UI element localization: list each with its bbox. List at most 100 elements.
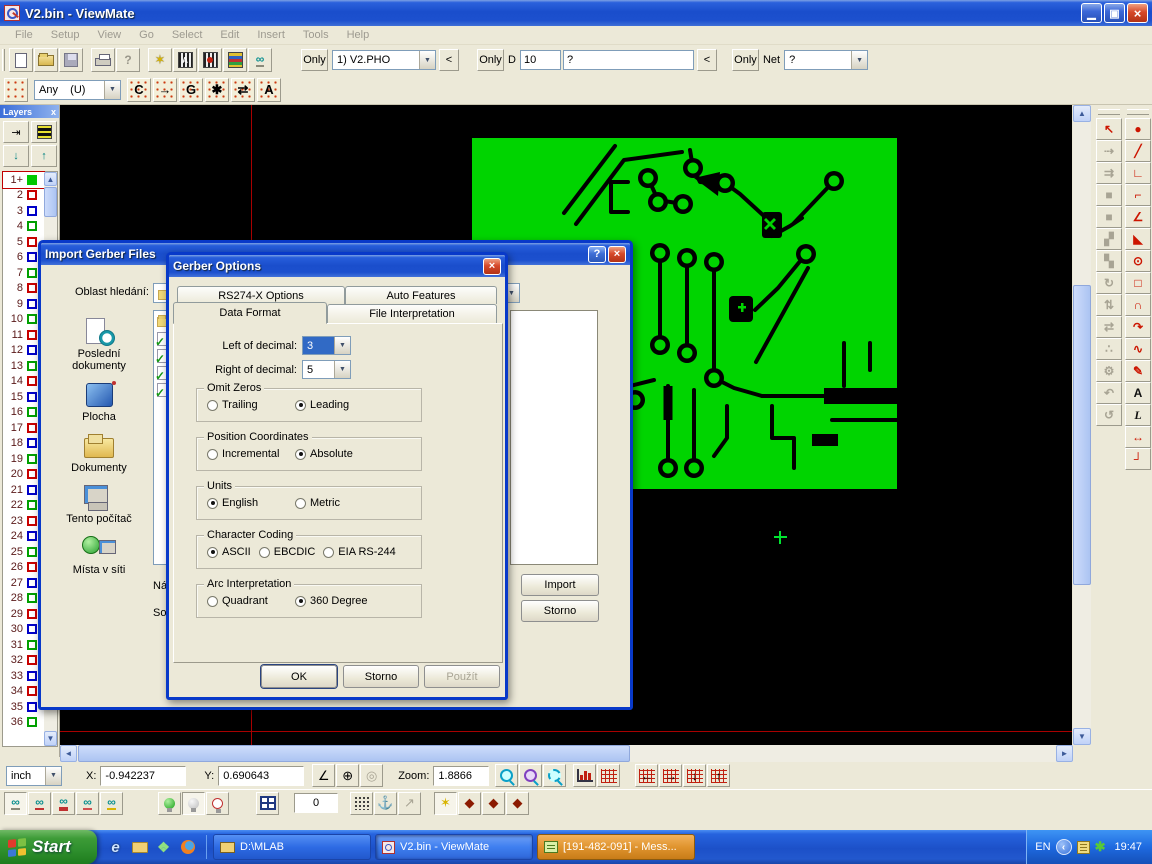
- mirror-button[interactable]: ▞: [1096, 228, 1122, 250]
- transform-button[interactable]: ↗: [398, 792, 421, 815]
- layer-color-swatch[interactable]: [27, 547, 37, 557]
- radio-ascii[interactable]: ASCII: [207, 546, 251, 558]
- draw-bezier-button[interactable]: ∿: [1125, 338, 1151, 360]
- place-documents[interactable]: Dokumenty: [51, 432, 147, 474]
- selection-filter-combo[interactable]: Any (U)▼: [34, 80, 121, 100]
- close-button[interactable]: ×: [1127, 3, 1148, 23]
- view-pads-button[interactable]: ∞: [52, 792, 75, 815]
- dimension-tool-button[interactable]: ↔: [1125, 426, 1151, 448]
- layer-color-swatch[interactable]: [27, 237, 37, 247]
- view-traces-button[interactable]: ∞: [76, 792, 99, 815]
- only-net-button[interactable]: Only: [732, 49, 759, 71]
- radio-eia-rs-244[interactable]: EIA RS-244: [323, 546, 395, 558]
- layer-color-swatch[interactable]: [27, 454, 37, 464]
- scroll-up-button[interactable]: ▲: [1073, 105, 1091, 122]
- menu-select[interactable]: Select: [163, 27, 212, 43]
- crosshair-origin-button[interactable]: ⊕: [336, 764, 359, 787]
- move-element-button[interactable]: ⇢: [1096, 140, 1122, 162]
- zoom-in-button[interactable]: [495, 764, 518, 787]
- zoom-window-button[interactable]: [543, 764, 566, 787]
- highlight-on-button[interactable]: [158, 792, 181, 815]
- open-file-button[interactable]: [34, 48, 58, 72]
- start-button[interactable]: Start: [0, 830, 97, 864]
- cancel-button[interactable]: Storno: [343, 665, 419, 688]
- layer-row-36[interactable]: 36: [3, 715, 44, 731]
- flash-select-button[interactable]: ✶: [434, 792, 457, 815]
- layer-color-swatch[interactable]: [27, 190, 37, 200]
- dialog-help-button[interactable]: ?: [588, 246, 606, 263]
- draw-line-button[interactable]: ╱: [1125, 140, 1151, 162]
- layer-color-swatch[interactable]: [27, 283, 37, 293]
- layer-move-down-button[interactable]: ↓: [3, 145, 29, 167]
- dialog-close-button[interactable]: ×: [483, 258, 501, 275]
- import-button[interactable]: Import: [521, 574, 599, 596]
- layer-color-swatch[interactable]: [27, 206, 37, 216]
- layers-scroll-thumb[interactable]: [44, 187, 57, 217]
- draw-polyline-button[interactable]: ∟: [1125, 162, 1151, 184]
- layer-colors-button[interactable]: [223, 48, 247, 72]
- draw-aperture-button[interactable]: →: [153, 78, 177, 102]
- place-desktop[interactable]: Plocha: [51, 381, 147, 423]
- radio-button-icon[interactable]: [207, 449, 218, 460]
- layer-color-swatch[interactable]: [27, 392, 37, 402]
- pad-swap-button[interactable]: ◆: [482, 792, 505, 815]
- place-my-computer[interactable]: Tento počítač: [51, 483, 147, 525]
- layer-color-swatch[interactable]: [27, 531, 37, 541]
- place-recent-documents[interactable]: Poslední dokumenty: [51, 318, 147, 372]
- scroll-down-button[interactable]: ▼: [1073, 728, 1091, 745]
- new-file-button[interactable]: [9, 48, 33, 72]
- radio-button-icon[interactable]: [295, 596, 306, 607]
- highlight-flash-button[interactable]: ✶: [148, 48, 172, 72]
- layer-color-swatch[interactable]: [27, 407, 37, 417]
- radio-button-icon[interactable]: [207, 596, 218, 607]
- radio-leading[interactable]: Leading: [295, 399, 383, 411]
- layer-color-swatch[interactable]: [27, 702, 37, 712]
- skew-button[interactable]: ▚: [1096, 250, 1122, 272]
- layer-color-swatch[interactable]: [27, 268, 37, 278]
- dropdown-arrow-icon[interactable]: ▼: [104, 81, 120, 99]
- pan-left-button[interactable]: ←: [635, 764, 658, 787]
- layer-row-4[interactable]: 4: [3, 219, 44, 235]
- highlight-off-button[interactable]: [182, 792, 205, 815]
- layer-color-swatch[interactable]: [27, 671, 37, 681]
- measure-button[interactable]: A: [173, 48, 197, 72]
- dropdown-arrow-icon[interactable]: ▼: [45, 767, 61, 785]
- radio-english[interactable]: English: [207, 497, 295, 509]
- ok-button[interactable]: OK: [261, 665, 337, 688]
- radio-metric[interactable]: Metric: [295, 497, 383, 509]
- layer-color-swatch[interactable]: [27, 516, 37, 526]
- view-all-button[interactable]: ∞: [4, 792, 27, 815]
- net-filter-combo[interactable]: ?▼: [784, 50, 868, 70]
- pan-up-button[interactable]: ↑: [707, 764, 730, 787]
- dropdown-arrow-icon[interactable]: ▼: [334, 337, 350, 354]
- layer-row-1+[interactable]: 1+: [3, 172, 44, 188]
- radio-button-icon[interactable]: [207, 547, 218, 558]
- print-button[interactable]: [91, 48, 115, 72]
- radio-quadrant[interactable]: Quadrant: [207, 595, 295, 607]
- layer-color-swatch[interactable]: [27, 376, 37, 386]
- left-of-decimal-combo[interactable]: 3▼: [302, 336, 351, 355]
- context-help-button[interactable]: ?: [116, 48, 140, 72]
- view-sketch-button[interactable]: ∞: [100, 792, 123, 815]
- apply-button[interactable]: Použít: [424, 665, 500, 688]
- layer-color-swatch[interactable]: [27, 252, 37, 262]
- swap-aperture-button[interactable]: ⇄: [231, 78, 255, 102]
- hide-icons-button[interactable]: ‹: [1056, 839, 1072, 855]
- radio-absolute[interactable]: Absolute: [295, 448, 383, 460]
- draw-corner-button[interactable]: ┘: [1125, 448, 1151, 470]
- language-indicator[interactable]: EN: [1035, 841, 1050, 853]
- resize-button[interactable]: ⇅: [1096, 294, 1122, 316]
- canvas-horizontal-scrollbar[interactable]: ◄ ►: [60, 745, 1073, 762]
- layer-color-swatch[interactable]: [27, 593, 37, 603]
- radio-button-icon[interactable]: [207, 498, 218, 509]
- taskbar-task-messenger[interactable]: [191-482-091] - Mess...: [537, 834, 695, 860]
- undo-arc-button[interactable]: ↶: [1096, 382, 1122, 404]
- probe-button[interactable]: ◎: [360, 764, 383, 787]
- draw-path-button[interactable]: ⌐: [1125, 184, 1151, 206]
- layer-color-swatch[interactable]: [27, 361, 37, 371]
- tab-file-interpretation[interactable]: File Interpretation: [327, 304, 497, 323]
- explorer-folder-icon[interactable]: [131, 839, 148, 856]
- layer-color-swatch[interactable]: [27, 485, 37, 495]
- snap-button[interactable]: ⇄: [1096, 316, 1122, 338]
- view-lines-button[interactable]: ∞: [28, 792, 51, 815]
